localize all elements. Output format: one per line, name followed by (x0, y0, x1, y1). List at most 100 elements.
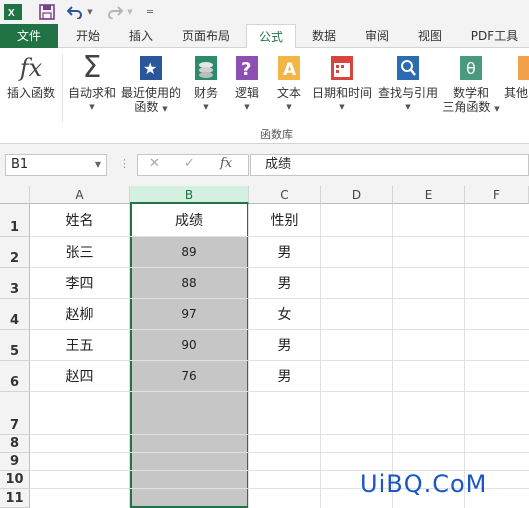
enter-icon[interactable]: ✓ (184, 156, 195, 171)
redo-icon (106, 3, 124, 21)
autosum-button[interactable]: Σ 自动求和 ▼ (64, 53, 120, 114)
quick-access-toolbar: X ▼ ▼ ═ (0, 0, 529, 24)
text-button[interactable]: A 文本 ▼ (272, 54, 306, 114)
cell-b1[interactable]: 成绩 (130, 204, 249, 237)
calendar-icon (329, 54, 355, 82)
lookup-button[interactable]: 查找与引用 ▼ (376, 54, 440, 114)
cell-c2[interactable]: 男 (249, 237, 321, 268)
cell-a2[interactable]: 张三 (30, 237, 130, 268)
svg-text:θ: θ (466, 59, 476, 78)
row-header-6[interactable]: 6 (0, 361, 30, 392)
cell-a1[interactable]: 姓名 (30, 204, 130, 237)
row-header-8[interactable]: 8 (0, 435, 30, 453)
theta-icon: θ (458, 54, 484, 82)
fx-icon: fx (19, 54, 43, 82)
more-functions-button[interactable]: 其他 (502, 54, 529, 100)
lookup-label: 查找与引用 (377, 86, 438, 100)
column-header-c[interactable]: C (249, 186, 321, 204)
redo-dropdown-icon: ▼ (127, 8, 133, 16)
cell-b6[interactable]: 76 (130, 361, 249, 392)
drag-handle-icon[interactable]: ⋮ (119, 157, 130, 170)
row-header-2[interactable]: 2 (0, 237, 30, 268)
math-trig-label-1: 数学和 (452, 86, 489, 100)
more-functions-label: 其他 (504, 86, 529, 100)
tab-file[interactable]: 文件 (0, 24, 58, 48)
column-header-f[interactable]: F (465, 186, 529, 204)
worksheet-grid: A B C D E F 1 2 3 4 5 6 7 8 9 10 11 姓名 成… (0, 186, 529, 508)
chevron-down-icon: ▼ (494, 105, 500, 113)
undo-icon[interactable] (66, 3, 84, 21)
cancel-icon[interactable]: ✕ (149, 156, 160, 171)
cell-c4[interactable]: 女 (249, 299, 321, 330)
recently-used-label-2: 函数 (134, 100, 159, 114)
undo-dropdown-icon[interactable]: ▼ (86, 3, 94, 21)
svg-text:X: X (8, 8, 15, 19)
row-header-7[interactable]: 7 (0, 392, 30, 435)
datetime-label: 日期和时间 (311, 86, 372, 100)
row-header-10[interactable]: 10 (0, 471, 30, 489)
question-icon: ? (234, 54, 260, 82)
chevron-down-icon: ▼ (339, 103, 345, 111)
cell-b2[interactable]: 89 (130, 237, 249, 268)
tab-view[interactable]: 视图 (404, 24, 456, 48)
cell-b7[interactable] (130, 392, 249, 435)
column-header-b[interactable]: B (130, 186, 249, 204)
cell-b4[interactable]: 97 (130, 299, 249, 330)
more-functions-icon (512, 54, 529, 82)
logical-button[interactable]: ? 逻辑 ▼ (230, 54, 264, 114)
datetime-button[interactable]: 日期和时间 ▼ (308, 54, 376, 114)
logical-label: 逻辑 (234, 86, 259, 100)
chevron-down-icon[interactable]: ▼ (95, 155, 101, 175)
row-header-9[interactable]: 9 (0, 453, 30, 471)
formula-input[interactable]: 成绩 (250, 154, 529, 176)
cell-b11[interactable] (130, 489, 249, 508)
cell-c3[interactable]: 男 (249, 268, 321, 299)
tab-formulas[interactable]: 公式 (246, 24, 296, 49)
tab-review[interactable]: 审阅 (352, 24, 402, 48)
group-label: 函数库 (260, 128, 293, 141)
column-header-d[interactable]: D (321, 186, 393, 204)
coins-icon (193, 54, 219, 82)
tab-data[interactable]: 数据 (298, 24, 350, 48)
cell-c1[interactable]: 性别 (249, 204, 321, 237)
tab-insert[interactable]: 插入 (116, 24, 166, 48)
tab-home[interactable]: 开始 (62, 24, 114, 48)
row-header-4[interactable]: 4 (0, 299, 30, 330)
customize-qat-icon[interactable]: ═ (144, 3, 156, 21)
star-icon: ★ (138, 54, 164, 82)
insert-function-button[interactable]: fx 插入函数 (2, 54, 60, 100)
text-label: 文本 (276, 86, 301, 100)
chevron-down-icon: ▼ (162, 105, 168, 113)
cell-c5[interactable]: 男 (249, 330, 321, 361)
cell-b8[interactable] (130, 435, 249, 453)
cell-a6[interactable]: 赵四 (30, 361, 130, 392)
chevron-down-icon: ▼ (405, 103, 411, 111)
select-all-corner[interactable] (0, 186, 30, 204)
cell-a5[interactable]: 王五 (30, 330, 130, 361)
cell-b5[interactable]: 90 (130, 330, 249, 361)
column-header-a[interactable]: A (30, 186, 130, 204)
math-trig-button[interactable]: θ 数学和 三角函数 ▼ (440, 54, 502, 116)
name-box[interactable]: B1 ▼ (5, 154, 107, 176)
recently-used-button[interactable]: ★ 最近使用的 函数 ▼ (118, 54, 184, 116)
tab-pdf-tools[interactable]: PDF工具 (460, 24, 529, 48)
save-icon[interactable] (38, 3, 56, 21)
row-header-3[interactable]: 3 (0, 268, 30, 299)
cell-b3[interactable]: 88 (130, 268, 249, 299)
autosum-label: 自动求和 (67, 86, 116, 100)
tab-page-layout[interactable]: 页面布局 (168, 24, 244, 48)
cell-c6[interactable]: 男 (249, 361, 321, 392)
row-header-5[interactable]: 5 (0, 330, 30, 361)
cell-a3[interactable]: 李四 (30, 268, 130, 299)
insert-function-label: 插入函数 (6, 86, 55, 100)
column-header-e[interactable]: E (393, 186, 465, 204)
row-header-1[interactable]: 1 (0, 204, 30, 237)
cell-b10[interactable] (130, 471, 249, 489)
cell-b9[interactable] (130, 453, 249, 471)
cell-a4[interactable]: 赵柳 (30, 299, 130, 330)
financial-button[interactable]: 财务 ▼ (188, 54, 224, 114)
row-header-11[interactable]: 11 (0, 489, 30, 508)
ribbon-formulas: fx 插入函数 Σ 自动求和 ▼ ★ 最近使用的 函数 ▼ 财务 ▼ ? 逻辑 … (0, 48, 529, 144)
insert-function-icon[interactable]: fx (220, 156, 232, 171)
chevron-down-icon: ▼ (203, 103, 209, 111)
